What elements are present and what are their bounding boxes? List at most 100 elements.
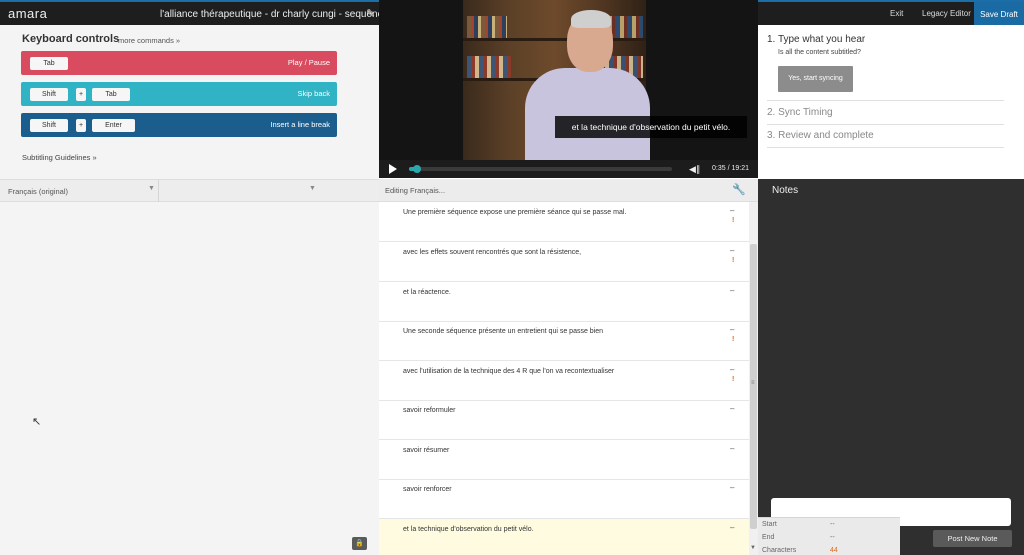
scroll-down-arrow-icon[interactable]: ▼ bbox=[750, 545, 756, 551]
start-value: -- bbox=[830, 521, 835, 528]
play-icon[interactable] bbox=[389, 164, 397, 174]
key-shift: Shift bbox=[30, 119, 68, 132]
subtitle-text[interactable]: savoir résumer bbox=[403, 447, 449, 454]
warning-icon: ! bbox=[732, 336, 735, 343]
subtitle-list: Une première séquence expose une premièr… bbox=[379, 202, 749, 555]
subtitle-menu[interactable]: – bbox=[730, 325, 734, 334]
subtitle-text[interactable]: savoir renforcer bbox=[403, 486, 452, 493]
step-type-what-you-hear[interactable]: 1. Type what you hear bbox=[767, 34, 865, 45]
characters-label: Characters bbox=[762, 547, 797, 554]
warning-icon: ! bbox=[732, 217, 735, 224]
subtitle-item[interactable]: avec les effets souvent rencontrés que s… bbox=[379, 242, 749, 282]
divider bbox=[767, 124, 1004, 125]
amara-logo[interactable]: amara bbox=[8, 6, 47, 21]
keyboard-controls-panel: Keyboard controls more commands » Tab Pl… bbox=[0, 25, 379, 179]
seek-handle[interactable] bbox=[412, 165, 421, 173]
subtitle-item[interactable]: et la réactence. – bbox=[379, 282, 749, 322]
legacy-editor-link[interactable]: Legacy Editor bbox=[922, 9, 971, 18]
video-subtitle-caption: et la technique d'observation du petit v… bbox=[555, 116, 747, 138]
subtitle-menu[interactable]: – bbox=[730, 444, 734, 453]
shortcut-play-pause: Tab Play / Pause bbox=[21, 51, 337, 75]
books bbox=[467, 56, 511, 78]
bookshelf bbox=[463, 38, 646, 41]
subtitle-text[interactable]: avec les effets souvent rencontrés que s… bbox=[403, 249, 581, 256]
subtitle-timing-info: Start -- End -- Characters 44 bbox=[758, 517, 900, 555]
exit-link[interactable]: Exit bbox=[890, 9, 903, 18]
subtitle-menu[interactable]: – bbox=[730, 206, 734, 215]
original-language-select[interactable]: Français (original) bbox=[8, 187, 68, 196]
subtitle-text[interactable]: Une première séquence expose une premièr… bbox=[403, 209, 626, 216]
subtitle-item[interactable]: savoir renforcer – bbox=[379, 479, 749, 519]
key-tab: Tab bbox=[30, 57, 68, 70]
step-review-complete[interactable]: 3. Review and complete bbox=[767, 130, 874, 141]
divider bbox=[767, 100, 1004, 101]
subtitle-menu[interactable]: – bbox=[730, 365, 734, 374]
subtitle-item[interactable]: Une première séquence expose une premièr… bbox=[379, 202, 749, 242]
shortcut-action: Play / Pause bbox=[287, 58, 330, 67]
subtitle-menu[interactable]: – bbox=[730, 246, 734, 255]
shortcut-insert-line-break: Shift + Enter Insert a line break bbox=[21, 113, 337, 137]
notes-title: Notes bbox=[772, 185, 799, 196]
speaker-body bbox=[525, 68, 650, 160]
shortcut-action: Skip back bbox=[297, 89, 330, 98]
chevron-down-icon[interactable]: ▼ bbox=[148, 185, 155, 192]
start-label: Start bbox=[762, 521, 777, 528]
subtitle-text[interactable]: avec l'utilisation de la technique des 4… bbox=[403, 368, 614, 375]
end-label: End bbox=[762, 534, 775, 541]
edit-title-pencil-icon[interactable]: ✎ bbox=[366, 7, 375, 20]
chevron-down-icon[interactable]: ▼ bbox=[309, 185, 316, 192]
subtitle-item[interactable]: Une seconde séquence présente un entreti… bbox=[379, 321, 749, 361]
notes-panel: Notes Post New Note bbox=[758, 179, 1024, 555]
key-shift: Shift bbox=[30, 88, 68, 101]
end-value: -- bbox=[830, 534, 835, 541]
post-new-note-button[interactable]: Post New Note bbox=[933, 530, 1012, 547]
shortcut-action: Insert a line break bbox=[270, 120, 330, 129]
save-draft-button[interactable]: Save Draft bbox=[974, 2, 1024, 27]
subtitle-text[interactable]: et la réactence. bbox=[403, 289, 451, 296]
subtitle-item-active[interactable]: et la technique d'observation du petit v… bbox=[379, 519, 749, 555]
key-tab: Tab bbox=[92, 88, 130, 101]
grip-icon: ≡ bbox=[751, 380, 755, 386]
editing-language-label: Editing Français... bbox=[385, 186, 446, 195]
subtitle-item[interactable]: savoir reformuler – bbox=[379, 400, 749, 440]
speaker-hair bbox=[571, 10, 611, 28]
keyboard-controls-title: Keyboard controls bbox=[22, 33, 120, 45]
subtitle-text[interactable]: Une seconde séquence présente un entreti… bbox=[403, 328, 603, 335]
mouse-cursor-icon: ↖ bbox=[32, 416, 42, 428]
start-syncing-button[interactable]: Yes, start syncing bbox=[778, 66, 853, 92]
original-subtitles-area bbox=[0, 202, 379, 555]
time-display: 0:35 / 19:21 bbox=[712, 165, 749, 172]
divider bbox=[158, 180, 159, 202]
characters-value: 44 bbox=[830, 547, 838, 554]
warning-icon: ! bbox=[732, 376, 735, 383]
video-player[interactable]: et la technique d'observation du petit v… bbox=[379, 0, 758, 160]
subtitle-menu[interactable]: – bbox=[730, 404, 734, 413]
key-plus: + bbox=[76, 119, 86, 132]
scrollbar-thumb[interactable] bbox=[750, 244, 757, 529]
lock-icon[interactable]: 🔒 bbox=[352, 537, 367, 550]
subtitle-text[interactable]: savoir reformuler bbox=[403, 407, 456, 414]
volume-icon[interactable]: ◀∥ bbox=[689, 164, 700, 175]
editing-language-bar: Editing Français... 🔧 bbox=[379, 179, 758, 202]
key-enter: Enter bbox=[92, 119, 135, 132]
subtitle-list-scrollbar[interactable]: ≡ ▼ bbox=[749, 202, 758, 555]
original-language-bar: Français (original) ▼ ▼ bbox=[0, 179, 379, 202]
subtitling-guidelines-link[interactable]: Subtitling Guidelines » bbox=[22, 153, 97, 162]
subtitle-item[interactable]: avec l'utilisation de la technique des 4… bbox=[379, 361, 749, 401]
video-frame: et la technique d'observation du petit v… bbox=[463, 0, 747, 160]
warning-icon: ! bbox=[732, 257, 735, 264]
shortcut-skip-back: Shift + Tab Skip back bbox=[21, 82, 337, 106]
subtitled-question: Is all the content subtitled? bbox=[778, 49, 861, 56]
subtitle-menu[interactable]: – bbox=[730, 483, 734, 492]
subtitle-item[interactable]: savoir résumer – bbox=[379, 440, 749, 480]
more-commands-link[interactable]: more commands » bbox=[118, 36, 180, 45]
books bbox=[467, 16, 507, 38]
subtitle-text[interactable]: et la technique d'observation du petit v… bbox=[403, 526, 534, 533]
subtitle-menu[interactable]: – bbox=[730, 523, 734, 532]
wrench-icon[interactable]: 🔧 bbox=[732, 183, 746, 196]
step-sync-timing[interactable]: 2. Sync Timing bbox=[767, 107, 833, 118]
key-plus: + bbox=[76, 88, 86, 101]
subtitle-menu[interactable]: – bbox=[730, 286, 734, 295]
seek-bar[interactable] bbox=[409, 165, 672, 173]
workflow-steps: 1. Type what you hear Is all the content… bbox=[758, 25, 1024, 179]
